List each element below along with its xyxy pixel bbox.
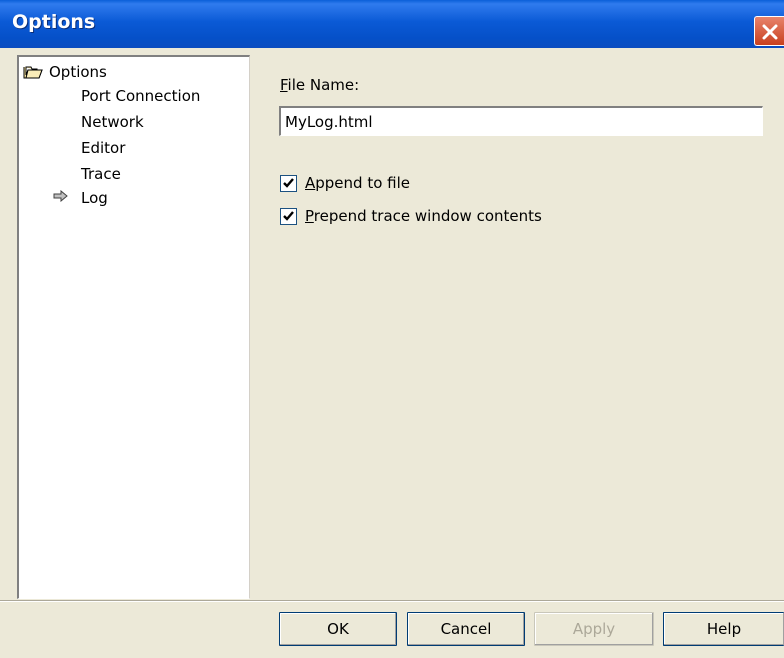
close-button[interactable] [754, 16, 784, 46]
tree-item-log[interactable]: Log [81, 187, 108, 209]
tree-root-options[interactable]: Options [23, 61, 107, 83]
prepend-mnemonic: P [305, 207, 314, 225]
file-name-label-text: ile Name: [287, 76, 360, 94]
prepend-label[interactable]: Prepend trace window contents [305, 207, 542, 225]
close-icon [762, 24, 778, 40]
file-name-mnemonic: F [280, 76, 288, 94]
file-name-input[interactable] [279, 106, 763, 136]
tree-item-port-connection[interactable]: Port Connection [81, 85, 200, 107]
checkmark-icon [283, 211, 294, 221]
prepend-label-text: repend trace window contents [313, 207, 542, 225]
open-folder-icon [23, 66, 43, 79]
title-bar: Options [0, 0, 784, 48]
window-title: Options [12, 11, 96, 33]
tree-item-editor[interactable]: Editor [81, 137, 125, 159]
selected-arrow-icon [53, 190, 68, 202]
footer-divider [0, 600, 784, 602]
append-label[interactable]: Append to file [305, 174, 410, 192]
file-name-label: File Name: [280, 76, 359, 94]
append-checkbox[interactable] [280, 175, 297, 192]
help-button[interactable]: Help [663, 612, 784, 646]
tree-root-label: Options [49, 63, 107, 81]
prepend-checkbox[interactable] [280, 208, 297, 225]
options-tree[interactable]: Options Port Connection Network Editor T… [17, 55, 250, 599]
cancel-button[interactable]: Cancel [407, 612, 525, 646]
apply-button[interactable]: Apply [534, 612, 654, 646]
checkmark-icon [283, 178, 294, 188]
append-label-text: ppend to file [315, 174, 411, 192]
ok-button[interactable]: OK [279, 612, 397, 646]
tree-item-trace[interactable]: Trace [81, 163, 121, 185]
append-mnemonic: A [305, 174, 316, 192]
tree-item-network[interactable]: Network [81, 111, 144, 133]
